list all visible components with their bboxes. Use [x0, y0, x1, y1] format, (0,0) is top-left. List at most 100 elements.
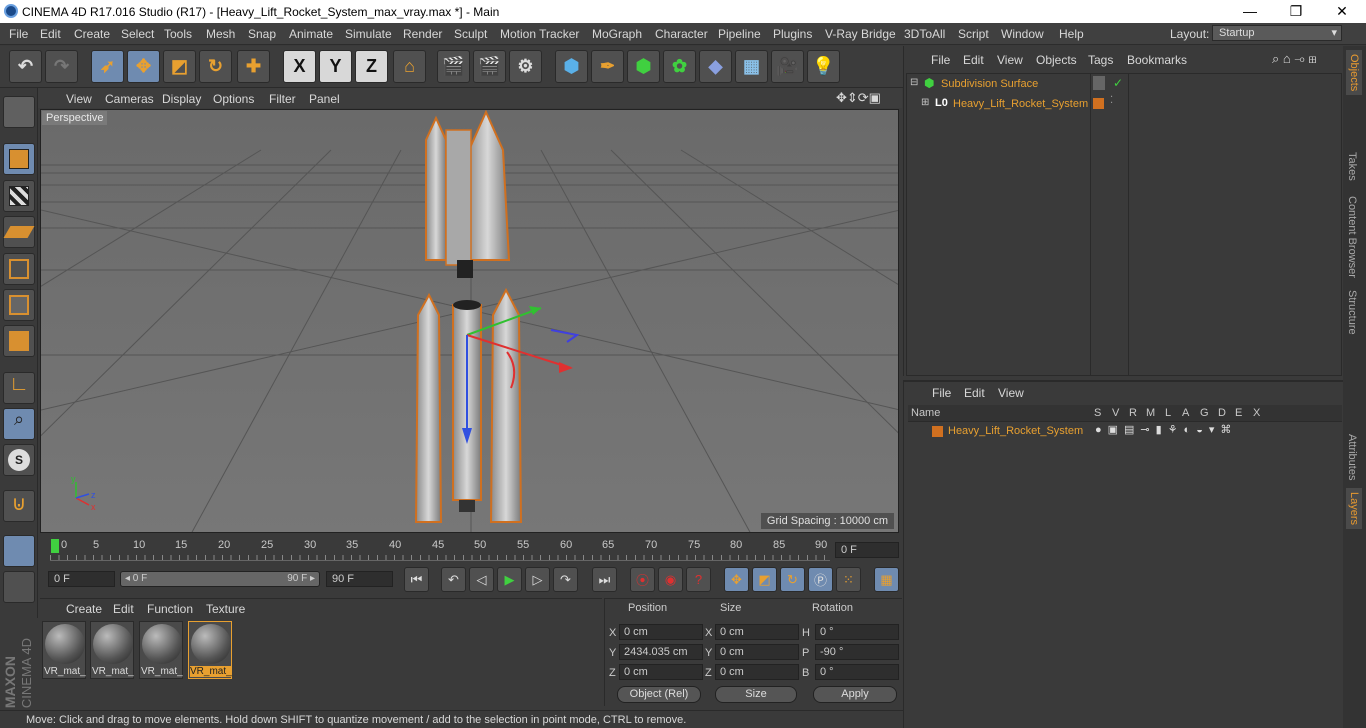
y-axis-button[interactable]: Y: [319, 50, 352, 83]
scale-button[interactable]: ◩: [163, 50, 196, 83]
close-button[interactable]: ✕: [1319, 0, 1365, 23]
key-scale-button[interactable]: ◩: [752, 567, 777, 592]
workplane-mode-icon[interactable]: [3, 216, 35, 248]
polygons-mode-icon[interactable]: [3, 325, 35, 357]
start-frame-field[interactable]: 0 F: [48, 571, 115, 587]
texture-mode-icon[interactable]: [3, 180, 35, 212]
viewport-menu-panel[interactable]: Panel: [309, 92, 340, 106]
enabled-check-icon[interactable]: ✓: [1113, 76, 1123, 90]
timeline-window-button[interactable]: ▦: [874, 567, 899, 592]
apply-button[interactable]: Apply: [813, 686, 897, 703]
viewport-menu-display[interactable]: Display: [162, 92, 201, 106]
key-parameter-button[interactable]: Ⓟ: [808, 567, 833, 592]
menu-simulate[interactable]: Simulate: [345, 27, 392, 41]
material-swatch[interactable]: VR_mat_: [90, 621, 134, 679]
menu-tools[interactable]: Tools: [164, 27, 192, 41]
quantize-icon[interactable]: [3, 571, 35, 603]
material-swatch-selected[interactable]: VR_mat_: [188, 621, 232, 679]
floor-button[interactable]: ▦: [735, 50, 768, 83]
material-swatch[interactable]: VR_mat_: [139, 621, 183, 679]
undo-button[interactable]: ↶: [9, 50, 42, 83]
tab-layers[interactable]: Layers: [1346, 488, 1362, 530]
menu-render[interactable]: Render: [403, 27, 442, 41]
layout-dropdown[interactable]: Startup ▾: [1212, 25, 1342, 41]
tweak-mode-icon[interactable]: ⌕: [3, 408, 35, 440]
subdivision-button[interactable]: ⬢: [627, 50, 660, 83]
col-l[interactable]: L: [1165, 407, 1171, 419]
col-a[interactable]: A: [1182, 407, 1189, 419]
restore-button[interactable]: ❐: [1273, 0, 1319, 23]
collapse-icon[interactable]: ⊟: [910, 77, 918, 88]
menu-animate[interactable]: Animate: [289, 27, 333, 41]
key-rotation-button[interactable]: ↻: [780, 567, 805, 592]
size-y-field[interactable]: 0 cm: [715, 644, 799, 660]
points-mode-icon[interactable]: [3, 253, 35, 285]
col-s[interactable]: S: [1094, 407, 1101, 419]
material-menu-edit[interactable]: Edit: [113, 602, 134, 616]
end-frame-field[interactable]: 90 F: [326, 571, 393, 587]
viewport-menu-filter[interactable]: Filter: [269, 92, 296, 106]
obj-menu-bookmarks[interactable]: Bookmarks: [1127, 53, 1187, 67]
obj-menu-view[interactable]: View: [997, 53, 1023, 67]
tree-row-subdivision[interactable]: ⊟ ⬢ Subdivision Surface ✓: [907, 76, 1341, 94]
tab-takes[interactable]: Takes: [1346, 152, 1358, 181]
key-position-button[interactable]: ✥: [724, 567, 749, 592]
tree-row-rocket[interactable]: ⊞ L0 Heavy_Lift_Rocket_System ⁚: [907, 95, 1341, 114]
tab-content-browser[interactable]: Content Browser: [1346, 196, 1358, 278]
record-keys-button[interactable]: ⦿: [630, 567, 655, 592]
rotate-button[interactable]: ↻: [199, 50, 232, 83]
material-menu-create[interactable]: Create: [66, 602, 102, 616]
menu-3dtoall[interactable]: 3DToAll: [904, 27, 945, 41]
menu-create[interactable]: Create: [74, 27, 110, 41]
col-name[interactable]: Name: [911, 407, 940, 419]
minimize-button[interactable]: —: [1227, 0, 1273, 23]
col-v[interactable]: V: [1112, 407, 1119, 419]
menu-file[interactable]: File: [9, 27, 28, 41]
size-z-field[interactable]: 0 cm: [715, 664, 799, 680]
viewport-nav-icons[interactable]: ✥⇕⟳▣: [836, 90, 881, 106]
transform-button[interactable]: ✚: [237, 50, 270, 83]
viewport[interactable]: y z x Grid Spacing : 10000 cm: [40, 109, 899, 533]
size-mode-dropdown[interactable]: Size: [715, 686, 797, 703]
render-view-button[interactable]: 🎬: [437, 50, 470, 83]
prev-frame-button[interactable]: ◁: [469, 567, 494, 592]
pos-x-field[interactable]: 0 cm: [619, 624, 703, 640]
x-axis-button[interactable]: X: [283, 50, 316, 83]
model-mode-icon[interactable]: [3, 143, 35, 175]
obj-menu-file[interactable]: File: [931, 53, 950, 67]
obj-toolbar-icons[interactable]: ⌕ ⌂ ⊸ ⊞: [1272, 51, 1317, 67]
z-axis-button[interactable]: Z: [355, 50, 388, 83]
layer-color-swatch[interactable]: [1093, 98, 1104, 109]
current-frame-field[interactable]: 0 F: [835, 542, 899, 558]
layer-flag-icons[interactable]: ●▣▤⊸▮⚘◐◒▾⌘: [1095, 423, 1237, 436]
render-picture-viewer-button[interactable]: 🎬: [473, 50, 506, 83]
pos-y-field[interactable]: 2434.035 cm: [619, 644, 703, 660]
visibility-dots[interactable]: [1093, 76, 1105, 90]
size-x-field[interactable]: 0 cm: [715, 624, 799, 640]
material-swatch[interactable]: VR_mat_: [42, 621, 86, 679]
col-r[interactable]: R: [1129, 407, 1137, 419]
menu-character[interactable]: Character: [655, 27, 708, 41]
keyframe-selection-button[interactable]: ?: [686, 567, 711, 592]
viewport-menu-view[interactable]: View: [66, 92, 92, 106]
menu-plugins[interactable]: Plugins: [773, 27, 812, 41]
menu-mesh[interactable]: Mesh: [206, 27, 235, 41]
menu-help[interactable]: Help: [1059, 27, 1084, 41]
autokey-button[interactable]: ◉: [658, 567, 683, 592]
menu-mograph[interactable]: MoGraph: [592, 27, 642, 41]
light-button[interactable]: 💡: [807, 50, 840, 83]
snap-magnet-icon[interactable]: ⊍: [3, 490, 35, 522]
next-key-button[interactable]: ↷: [553, 567, 578, 592]
material-menu-function[interactable]: Function: [147, 602, 193, 616]
expand-icon[interactable]: ⊞: [921, 97, 929, 108]
redo-button[interactable]: ↷: [45, 50, 78, 83]
menu-select[interactable]: Select: [121, 27, 154, 41]
edges-mode-icon[interactable]: [3, 289, 35, 321]
viewport-menu-options[interactable]: Options: [213, 92, 254, 106]
menu-sculpt[interactable]: Sculpt: [454, 27, 487, 41]
visibility-dots-icon[interactable]: ⁚: [1110, 95, 1113, 106]
rot-p-field[interactable]: -90 °: [815, 644, 899, 660]
go-to-start-button[interactable]: ⏮: [404, 567, 429, 592]
cloner-button[interactable]: ✿: [663, 50, 696, 83]
rot-b-field[interactable]: 0 °: [815, 664, 899, 680]
